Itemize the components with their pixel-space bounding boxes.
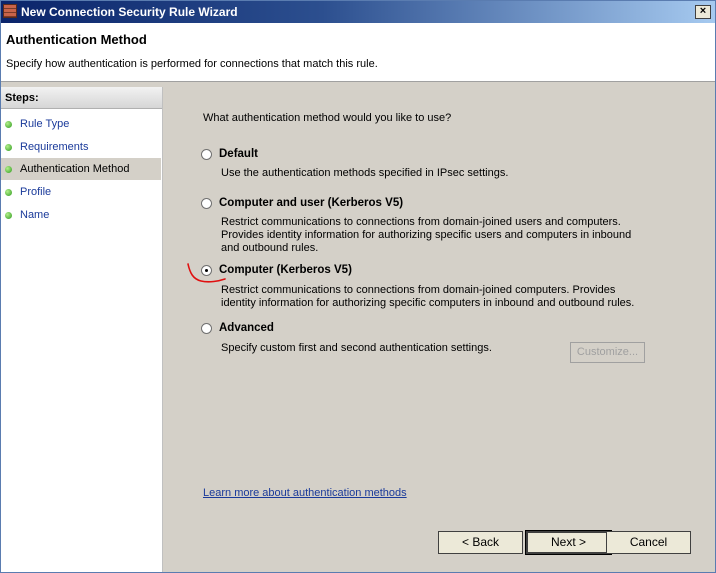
firewall-icon	[3, 4, 17, 18]
option-label-computer[interactable]: Computer (Kerberos V5)	[219, 264, 352, 276]
option-label-advanced[interactable]: Advanced	[219, 322, 274, 334]
radio-computer-and-user[interactable]	[201, 198, 212, 209]
window-title: New Connection Security Rule Wizard	[21, 5, 238, 19]
step-label: Authentication Method	[20, 163, 130, 175]
wizard-header: Authentication Method Specify how authen…	[1, 23, 715, 82]
step-requirements[interactable]: Requirements	[1, 136, 161, 158]
green-dot-icon	[5, 166, 12, 173]
radio-advanced[interactable]	[201, 323, 212, 334]
title-bar[interactable]: New Connection Security Rule Wizard ×	[1, 1, 715, 23]
close-button[interactable]: ×	[695, 5, 711, 19]
step-label: Name	[20, 209, 50, 221]
steps-title: Steps:	[1, 87, 162, 109]
main-panel: What authentication method would you lik…	[166, 87, 715, 572]
step-label: Rule Type	[20, 118, 70, 130]
next-button[interactable]: Next >	[525, 530, 612, 555]
steps-panel: Steps: Rule Type Requirements Authentica…	[1, 87, 163, 572]
option-desc-default: Use the authentication methods specified…	[221, 167, 509, 179]
green-dot-icon	[5, 189, 12, 196]
step-rule-type[interactable]: Rule Type	[1, 113, 161, 135]
customize-button[interactable]: Customize...	[570, 342, 645, 363]
step-profile[interactable]: Profile	[1, 181, 161, 203]
red-annotation-mark	[187, 263, 226, 283]
page-title: Authentication Method	[6, 32, 147, 47]
question-text: What authentication method would you lik…	[203, 112, 452, 124]
green-dot-icon	[5, 144, 12, 151]
radio-default[interactable]	[201, 149, 212, 160]
wizard-window: New Connection Security Rule Wizard × Au…	[0, 0, 716, 573]
option-label-default[interactable]: Default	[219, 148, 258, 160]
option-desc-computer: Restrict communications to connections f…	[221, 284, 635, 309]
learn-more-link[interactable]: Learn more about authentication methods	[203, 487, 407, 499]
back-button[interactable]: < Back	[438, 531, 523, 554]
step-label: Requirements	[20, 141, 89, 153]
cancel-button[interactable]: Cancel	[606, 531, 691, 554]
step-authentication-method[interactable]: Authentication Method	[1, 158, 161, 180]
step-name[interactable]: Name	[1, 204, 161, 226]
step-label: Profile	[20, 186, 52, 198]
green-dot-icon	[5, 121, 12, 128]
green-dot-icon	[5, 212, 12, 219]
option-label-computer-and-user[interactable]: Computer and user (Kerberos V5)	[219, 197, 403, 209]
option-desc-computer-and-user: Restrict communications to connections f…	[221, 216, 632, 254]
page-subtitle: Specify how authentication is performed …	[6, 58, 378, 70]
